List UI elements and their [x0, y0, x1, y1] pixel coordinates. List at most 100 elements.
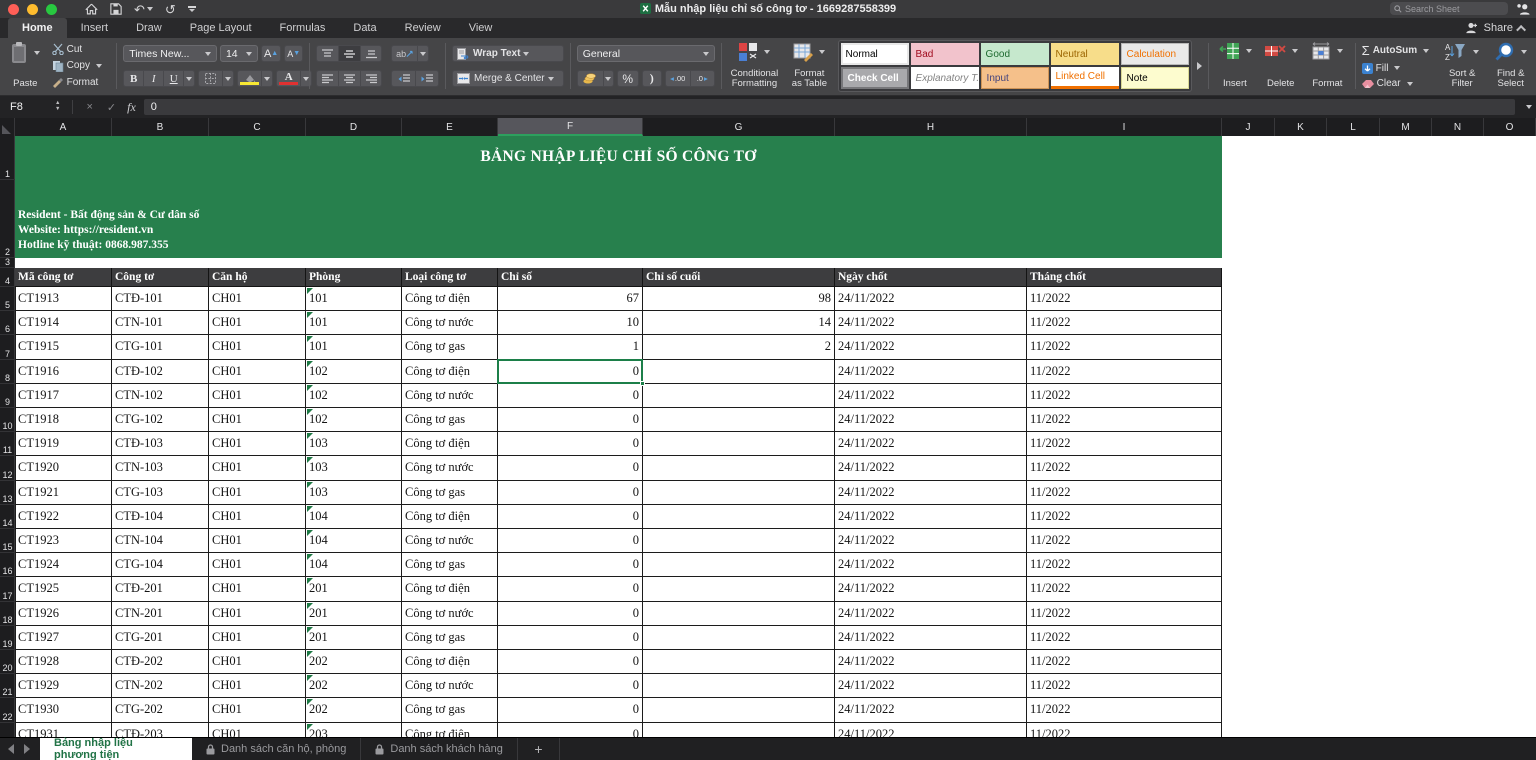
cell-E20[interactable]: Công tơ điện: [402, 650, 498, 674]
cell-I8[interactable]: 11/2022: [1027, 360, 1222, 384]
fill-color-options-button[interactable]: [261, 70, 273, 87]
paste-button[interactable]: Paste: [4, 41, 47, 91]
cell-A4[interactable]: Mã công tơ: [15, 268, 112, 287]
cell-C19[interactable]: CH01: [209, 626, 306, 650]
cell-D11[interactable]: 103: [306, 432, 402, 456]
save-icon[interactable]: [110, 3, 122, 15]
cell-H18[interactable]: 24/11/2022: [835, 602, 1027, 626]
cell-F15[interactable]: 0: [498, 529, 643, 553]
undo-icon[interactable]: ↶: [134, 3, 153, 16]
cell-D21[interactable]: 202: [306, 674, 402, 698]
cell-I4[interactable]: Tháng chốt: [1027, 268, 1222, 287]
cell-E11[interactable]: Công tơ điện: [402, 432, 498, 456]
sheet-tab-active[interactable]: Bảng nhập liệu phương tiện: [40, 738, 192, 760]
insert-cells-button[interactable]: Insert: [1214, 41, 1255, 91]
cell-E22[interactable]: Công tơ gas: [402, 698, 498, 722]
formula-input[interactable]: 0: [144, 99, 1515, 115]
cell-H11[interactable]: 24/11/2022: [835, 432, 1027, 456]
collapse-ribbon-icon[interactable]: [1516, 24, 1526, 34]
cell-F20[interactable]: 0: [498, 650, 643, 674]
cell-C21[interactable]: CH01: [209, 674, 306, 698]
cell-I6[interactable]: 11/2022: [1027, 311, 1222, 335]
cell-B4[interactable]: Công tơ: [112, 268, 209, 287]
cell-H6[interactable]: 24/11/2022: [835, 311, 1027, 335]
decrease-decimal-button[interactable]: .0▸: [690, 70, 715, 87]
tab-home[interactable]: Home: [8, 18, 67, 38]
cell-A14[interactable]: CT1922: [15, 505, 112, 529]
underline-button[interactable]: U: [163, 70, 183, 87]
cell-G8[interactable]: [643, 360, 835, 384]
cell-E10[interactable]: Công tơ gas: [402, 408, 498, 432]
cell-B11[interactable]: CTĐ-103: [112, 432, 209, 456]
style-neutral[interactable]: Neutral: [1051, 43, 1119, 65]
tab-insert[interactable]: Insert: [67, 18, 123, 38]
align-top-button[interactable]: [316, 45, 338, 62]
cell-A11[interactable]: CT1919: [15, 432, 112, 456]
cell-E16[interactable]: Công tơ gas: [402, 553, 498, 577]
orientation-button[interactable]: ab: [391, 45, 417, 62]
cell-A17[interactable]: CT1925: [15, 577, 112, 601]
tab-review[interactable]: Review: [391, 18, 455, 38]
cell-H22[interactable]: 24/11/2022: [835, 698, 1027, 722]
cell-F11[interactable]: 0: [498, 432, 643, 456]
increase-decimal-button[interactable]: ◂.00: [665, 70, 690, 87]
cell-H13[interactable]: 24/11/2022: [835, 481, 1027, 505]
cell-D10[interactable]: 102: [306, 408, 402, 432]
quick-access-menu-icon[interactable]: [188, 6, 196, 12]
cell-D8[interactable]: 102: [306, 360, 402, 384]
cell-F13[interactable]: 0: [498, 481, 643, 505]
cell-E6[interactable]: Công tơ nước: [402, 311, 498, 335]
align-right-button[interactable]: [360, 70, 382, 87]
cell-F7[interactable]: 1: [498, 335, 643, 359]
borders-button[interactable]: [198, 70, 222, 87]
font-size-select[interactable]: 14: [220, 45, 258, 62]
orientation-options-button[interactable]: [417, 45, 429, 62]
cell-I14[interactable]: 11/2022: [1027, 505, 1222, 529]
cell-H20[interactable]: 24/11/2022: [835, 650, 1027, 674]
cell-C10[interactable]: CH01: [209, 408, 306, 432]
cell-F6[interactable]: 10: [498, 311, 643, 335]
cell-D15[interactable]: 104: [306, 529, 402, 553]
font-name-select[interactable]: Times New...: [123, 45, 217, 62]
cell-I13[interactable]: 11/2022: [1027, 481, 1222, 505]
cancel-icon[interactable]: ×: [86, 101, 92, 113]
cell-B8[interactable]: CTĐ-102: [112, 360, 209, 384]
cell-E8[interactable]: Công tơ điện: [402, 360, 498, 384]
cell-H15[interactable]: 24/11/2022: [835, 529, 1027, 553]
cell-D17[interactable]: 201: [306, 577, 402, 601]
style-bad[interactable]: Bad: [911, 43, 979, 65]
cell-I9[interactable]: 11/2022: [1027, 384, 1222, 408]
wrap-text-button[interactable]: Wrap Text: [452, 45, 564, 62]
cell-I21[interactable]: 11/2022: [1027, 674, 1222, 698]
cell-G10[interactable]: [643, 408, 835, 432]
cell-F5[interactable]: 67: [498, 287, 643, 311]
cell-D19[interactable]: 201: [306, 626, 402, 650]
cell-G5[interactable]: 98: [643, 287, 835, 311]
conditional-formatting-button[interactable]: ConditionalFormatting: [728, 41, 782, 91]
add-sheet-button[interactable]: +: [518, 738, 560, 760]
cell-H7[interactable]: 24/11/2022: [835, 335, 1027, 359]
cell-B6[interactable]: CTN-101: [112, 311, 209, 335]
tab-draw[interactable]: Draw: [122, 18, 176, 38]
cell-G14[interactable]: [643, 505, 835, 529]
cell-A19[interactable]: CT1927: [15, 626, 112, 650]
cell-G17[interactable]: [643, 577, 835, 601]
cell-F21[interactable]: 0: [498, 674, 643, 698]
cell-G18[interactable]: [643, 602, 835, 626]
cell-A18[interactable]: CT1926: [15, 602, 112, 626]
cell-B5[interactable]: CTĐ-101: [112, 287, 209, 311]
align-left-button[interactable]: [316, 70, 338, 87]
minimize-window-button[interactable]: [27, 4, 38, 15]
cell-A7[interactable]: CT1915: [15, 335, 112, 359]
tab-page-layout[interactable]: Page Layout: [176, 18, 266, 38]
style-explanatory[interactable]: Explanatory T...: [911, 67, 979, 89]
cell-C14[interactable]: CH01: [209, 505, 306, 529]
cell-G6[interactable]: 14: [643, 311, 835, 335]
grow-font-button[interactable]: A▲: [261, 45, 281, 62]
cell-E17[interactable]: Công tơ điện: [402, 577, 498, 601]
sheet-tab-locked-1[interactable]: Danh sách căn hộ, phòng: [192, 738, 361, 760]
cell-E12[interactable]: Công tơ nước: [402, 456, 498, 480]
name-box-stepper[interactable]: ▲▼: [55, 101, 60, 113]
cell-D5[interactable]: 101: [306, 287, 402, 311]
cell-D20[interactable]: 202: [306, 650, 402, 674]
